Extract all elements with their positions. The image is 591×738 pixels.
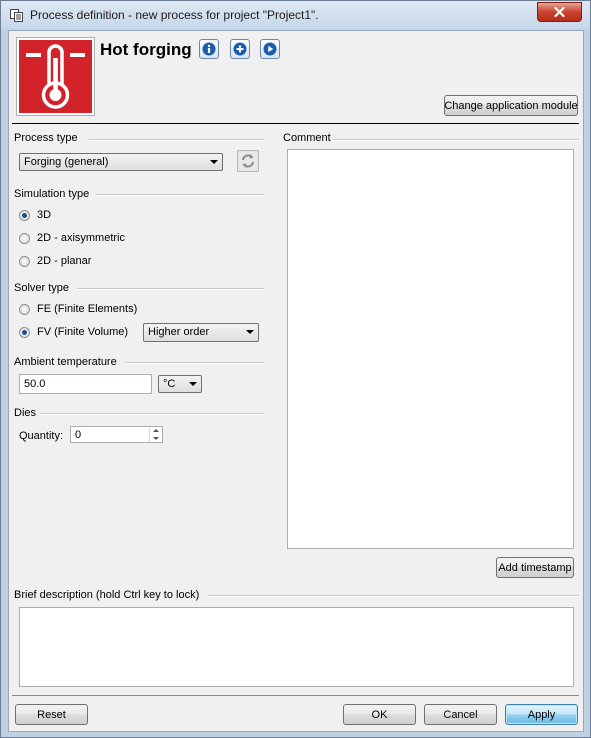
info-icon <box>202 42 216 56</box>
simulation-2d-axisymmetric-radio[interactable]: 2D - axisymmetric <box>19 231 125 245</box>
dies-quantity-label: Quantity: <box>19 430 64 442</box>
radio-indicator <box>19 303 30 315</box>
footer-separator <box>12 695 579 696</box>
dialog-client-area: Hot forging Change application module Pr… <box>8 30 584 732</box>
ambient-temperature-label: Ambient temperature <box>14 356 117 368</box>
process-definition-dialog: Process definition - new process for pro… <box>0 0 591 738</box>
spin-up-icon[interactable] <box>150 427 162 435</box>
cancel-button[interactable]: Cancel <box>424 704 497 725</box>
reset-button[interactable]: Reset <box>15 704 88 725</box>
brief-description-label: Brief description (hold Ctrl key to lock… <box>14 589 200 601</box>
radio-indicator <box>19 326 30 338</box>
quantity-spin-buttons[interactable] <box>149 427 162 442</box>
radio-indicator <box>19 232 30 244</box>
solver-order-value: Higher order <box>148 326 210 338</box>
process-type-value: Forging (general) <box>24 156 109 168</box>
simulation-type-label: Simulation type <box>14 188 90 200</box>
dies-divider <box>40 413 264 415</box>
thermometer-icon <box>26 44 85 109</box>
ambient-temperature-divider <box>125 362 264 364</box>
change-application-module-button[interactable]: Change application module <box>444 95 578 116</box>
window-title: Process definition - new process for pro… <box>30 8 319 22</box>
comment-textarea[interactable] <box>287 149 574 549</box>
solver-fe-label: FE (Finite Elements) <box>37 303 138 315</box>
simulation-3d-radio[interactable]: 3D <box>19 208 51 222</box>
process-type-select[interactable]: Forging (general) <box>19 153 223 171</box>
add-icon <box>233 42 247 56</box>
comment-divider <box>333 139 579 141</box>
dies-label: Dies <box>14 407 37 419</box>
temperature-unit-select[interactable]: °C <box>158 375 202 393</box>
simulation-3d-label: 3D <box>37 209 52 221</box>
radio-indicator <box>19 209 30 221</box>
simulation-2d-axisymmetric-label: 2D - axisymmetric <box>37 232 126 244</box>
ok-button[interactable]: OK <box>343 704 416 725</box>
solver-type-divider <box>77 288 264 290</box>
simulation-2d-planar-label: 2D - planar <box>37 255 92 267</box>
header-separator <box>12 123 579 124</box>
title-bar: Process definition - new process for pro… <box>1 1 590 29</box>
solver-type-label: Solver type <box>14 282 70 294</box>
add-process-button[interactable] <box>230 39 250 59</box>
temperature-unit-value: °C <box>163 378 176 390</box>
chevron-down-icon <box>210 160 218 164</box>
brief-description-textarea[interactable] <box>19 607 574 687</box>
refresh-icon <box>242 154 254 168</box>
spin-down-icon[interactable] <box>150 435 162 443</box>
process-name-heading: Hot forging <box>100 40 192 59</box>
process-info-button[interactable] <box>199 39 219 59</box>
application-module-logo <box>16 37 95 116</box>
simulation-2d-planar-radio[interactable]: 2D - planar <box>19 254 91 268</box>
solver-order-select[interactable]: Higher order <box>143 323 259 342</box>
comment-label: Comment <box>283 132 331 144</box>
play-icon <box>263 42 277 56</box>
window-app-icon <box>10 9 23 22</box>
process-type-divider <box>89 139 264 141</box>
brief-description-divider <box>207 595 579 597</box>
ambient-temperature-input[interactable]: 50.0 <box>19 374 152 394</box>
close-button[interactable] <box>537 2 582 22</box>
process-type-label: Process type <box>14 132 78 144</box>
apply-button[interactable]: Apply <box>505 704 578 725</box>
chevron-down-icon <box>189 382 197 386</box>
solver-fv-label: FV (Finite Volume) <box>37 326 129 338</box>
chevron-down-icon <box>246 330 254 334</box>
solver-fe-radio[interactable]: FE (Finite Elements) <box>19 302 137 316</box>
refresh-process-type-button[interactable] <box>237 150 259 172</box>
close-icon <box>554 7 565 17</box>
run-process-button[interactable] <box>260 39 280 59</box>
dies-quantity-stepper[interactable]: 0 <box>70 426 163 443</box>
solver-fv-radio[interactable]: FV (Finite Volume) <box>19 325 128 339</box>
dies-quantity-value: 0 <box>75 429 82 441</box>
ambient-temperature-value: 50.0 <box>24 378 46 390</box>
add-timestamp-button[interactable]: Add timestamp <box>496 557 574 578</box>
simulation-type-divider <box>95 194 264 196</box>
radio-indicator <box>19 255 30 267</box>
